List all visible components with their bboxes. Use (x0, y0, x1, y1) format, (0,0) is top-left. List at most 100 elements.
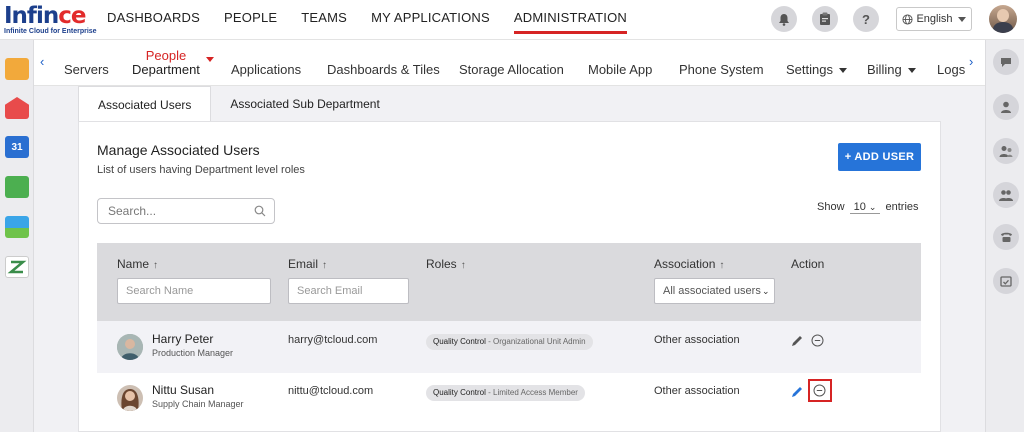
column-header-roles[interactable]: Roles ↑ (426, 257, 466, 271)
panel-subtitle: List of users having Department level ro… (97, 164, 305, 176)
user-email: nittu@tcloud.com (288, 385, 374, 397)
chevron-down-icon: ⌄ (762, 286, 770, 296)
column-header-action: Action (791, 257, 825, 271)
subnav-storage-allocation[interactable]: Storage Allocation (459, 62, 564, 77)
top-bar: Infince Infinite Cloud for Enterprise DA… (0, 0, 1024, 40)
show-label: Show (817, 201, 845, 213)
user-title: Production Manager (152, 348, 234, 358)
nav-teams[interactable]: TEAMS (301, 0, 347, 40)
right-rail (985, 40, 1024, 432)
minus-circle-icon[interactable] (811, 334, 824, 347)
nav-administration[interactable]: ADMINISTRATION (513, 0, 628, 40)
subnav-billing[interactable]: Billing (867, 62, 916, 77)
pencil-icon[interactable] (790, 334, 804, 348)
subnav-active-line1: People (145, 48, 187, 63)
scroll-right-icon[interactable]: › (969, 54, 973, 69)
email-filter-input[interactable]: Search Email (288, 278, 409, 304)
calendar-app-icon[interactable]: 31 (5, 136, 29, 158)
nav-people[interactable]: PEOPLE (224, 0, 277, 40)
search-icon (254, 205, 266, 217)
column-header-label: Name (117, 257, 150, 271)
sort-icon: ↑ (153, 260, 159, 271)
globe-icon (902, 13, 913, 25)
entries-label: entries (885, 201, 919, 213)
help-icon[interactable]: ? (853, 6, 879, 32)
subnav-servers[interactable]: Servers (64, 62, 109, 77)
panel-title: Manage Associated Users (97, 142, 260, 158)
column-header-label: Association (654, 257, 716, 271)
clipboard-icon[interactable] (812, 6, 838, 32)
chevron-down-icon: ⌄ (868, 202, 877, 212)
page-size-control: Show 10 ⌄ entries (817, 201, 919, 214)
page-size-select[interactable]: 10 ⌄ (849, 201, 881, 214)
role-detail: - Organizational Unit Admin (485, 337, 586, 346)
role-name: Quality Control (433, 337, 486, 346)
subnav-phone-system[interactable]: Phone System (679, 62, 764, 77)
scroll-left-icon[interactable]: ‹ (40, 54, 44, 69)
name-filter-input[interactable]: Search Name (117, 278, 271, 304)
column-header-name[interactable]: Name ↑ (117, 257, 158, 271)
association-filter-value: All associated users (663, 285, 761, 297)
role-name: Quality Control (433, 388, 486, 397)
avatar (117, 385, 143, 411)
chevron-down-icon (957, 16, 966, 22)
subnav-active-line2: Department (132, 62, 200, 77)
language-select[interactable]: English (896, 7, 972, 31)
association-filter-select[interactable]: All associated users (654, 278, 775, 304)
users-icon[interactable] (993, 182, 1019, 208)
logo-tagline: Infinite Cloud for Enterprise (4, 28, 97, 35)
notes-app-icon[interactable] (5, 256, 29, 278)
sub-nav: ‹ Servers People Department Applications… (34, 40, 985, 86)
subnav-mobile-app[interactable]: Mobile App (588, 62, 652, 77)
user-title: Supply Chain Manager (152, 399, 244, 409)
pencil-icon[interactable] (790, 385, 804, 399)
sort-icon: ↑ (460, 260, 466, 271)
column-header-label: Email (288, 257, 319, 271)
subnav-settings[interactable]: Settings (786, 62, 847, 77)
logo[interactable]: Infince Infinite Cloud for Enterprise (4, 3, 97, 36)
phone-icon[interactable] (993, 224, 1019, 250)
subnav-people-department[interactable]: People Department (132, 49, 200, 77)
sort-icon: ↑ (322, 260, 328, 271)
column-header-association[interactable]: Association ↑ (654, 257, 724, 271)
user-association: Other association (654, 385, 740, 397)
user-group-icon[interactable] (993, 138, 1019, 164)
user-avatar[interactable] (989, 5, 1017, 33)
nav-my-applications[interactable]: MY APPLICATIONS (371, 0, 490, 40)
page-size-value: 10 (853, 201, 866, 213)
tab-associated-sub-department[interactable]: Associated Sub Department (211, 86, 398, 122)
chevron-down-icon (907, 68, 916, 74)
tasks-app-icon[interactable] (5, 176, 29, 198)
chevron-down-icon[interactable] (206, 57, 214, 62)
bell-icon[interactable] (771, 6, 797, 32)
user-icon[interactable] (993, 94, 1019, 120)
chat-icon[interactable] (993, 49, 1019, 75)
role-badge: Quality Control - Limited Access Member (426, 385, 585, 401)
user-association: Other association (654, 334, 740, 346)
tabs: Associated Users Associated Sub Departme… (78, 86, 399, 122)
chevron-down-icon (838, 68, 847, 74)
tab-associated-users[interactable]: Associated Users (78, 86, 212, 122)
column-header-label: Roles (426, 257, 457, 271)
folder-app-icon[interactable] (5, 58, 29, 80)
sort-icon: ↑ (719, 260, 725, 271)
user-name: Nittu Susan (152, 383, 215, 397)
user-email: harry@tcloud.com (288, 334, 378, 346)
calendar-check-icon[interactable] (993, 268, 1019, 294)
language-label: English (916, 13, 953, 25)
role-badge: Quality Control - Organizational Unit Ad… (426, 334, 593, 350)
column-header-email[interactable]: Email ↑ (288, 257, 327, 271)
subnav-applications[interactable]: Applications (231, 62, 301, 77)
subnav-logs[interactable]: Logs (937, 62, 965, 77)
highlight-box (808, 379, 832, 402)
app-rail: 31 (0, 40, 34, 432)
subnav-dashboards-tiles[interactable]: Dashboards & Tiles (327, 62, 440, 77)
search-input[interactable]: Search... (97, 198, 275, 224)
nav-dashboards[interactable]: DASHBOARDS (107, 0, 200, 40)
mail-app-icon[interactable] (5, 97, 29, 119)
subnav-settings-label: Settings (786, 62, 833, 77)
logo-wordmark: Infince (4, 3, 86, 29)
add-user-button[interactable]: + ADD USER (838, 143, 921, 171)
gallery-app-icon[interactable] (5, 216, 29, 238)
role-detail: - Limited Access Member (485, 388, 578, 397)
